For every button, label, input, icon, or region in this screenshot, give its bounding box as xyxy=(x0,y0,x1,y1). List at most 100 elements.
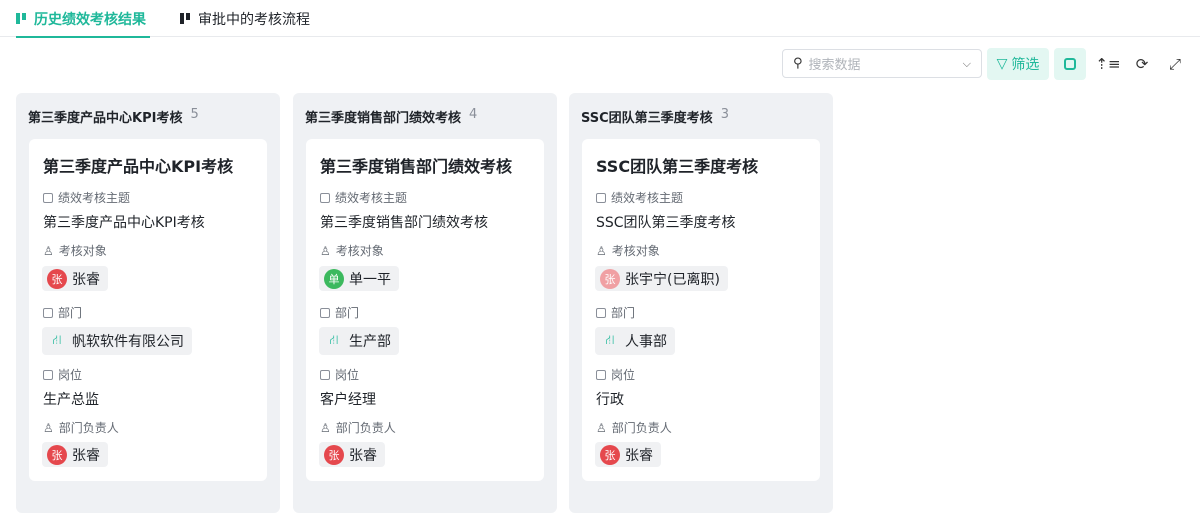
topic-icon xyxy=(320,192,330,203)
org-tree-icon: ⛙ xyxy=(329,332,339,348)
user-icon: ♙ xyxy=(43,243,54,258)
kanban-icon xyxy=(16,13,26,24)
filter-label: 筛选 xyxy=(1011,57,1040,73)
column-count: 3 xyxy=(720,107,729,122)
topic-icon xyxy=(596,192,606,203)
field-label-target: ♙ 考核对象 xyxy=(596,243,660,259)
user-icon: ♙ xyxy=(596,420,607,435)
tab-history-results[interactable]: 历史绩效考核结果 xyxy=(16,0,150,38)
topic-icon xyxy=(43,192,53,203)
department-icon xyxy=(320,307,330,318)
user-name: 张睿 xyxy=(349,447,377,464)
search-placeholder: 搜索数据 xyxy=(808,58,861,73)
column-header: 第三季度产品中心KPI考核 5 xyxy=(28,107,199,126)
card-title: 第三季度产品中心KPI考核 xyxy=(43,157,234,176)
kanban-card[interactable]: 第三季度销售部门绩效考核 绩效考核主题 第三季度销售部门绩效考核 ♙ 考核对象 单… xyxy=(306,139,544,481)
kanban-icon xyxy=(180,13,190,24)
department-icon xyxy=(43,307,53,318)
column-count: 4 xyxy=(469,107,478,122)
field-label-position: 岗位 xyxy=(43,366,82,383)
user-icon: ♙ xyxy=(596,243,607,258)
avatar: 单 xyxy=(324,268,344,289)
org-tree-icon: ⛙ xyxy=(52,332,62,348)
user-name: 张宇宁(已离职) xyxy=(625,271,720,288)
chevron-down-icon[interactable]: ⌵ xyxy=(963,57,971,71)
kanban-column: SSC团队第三季度考核 3 SSC团队第三季度考核 绩效考核主题 SSC团队第三季… xyxy=(569,93,833,513)
position-value: 客户经理 xyxy=(320,392,376,408)
filter-icon: ▽ xyxy=(996,56,1008,72)
card-view-button[interactable] xyxy=(1054,48,1086,80)
field-label-topic: 绩效考核主题 xyxy=(596,189,683,206)
user-name: 张睿 xyxy=(625,447,653,464)
field-label-dept: 部门 xyxy=(320,304,359,321)
column-count: 5 xyxy=(190,107,199,122)
position-value: 生产总监 xyxy=(43,392,99,408)
manager-user-chip: 张张睿 xyxy=(319,442,385,467)
field-label-position: 岗位 xyxy=(320,366,359,383)
manager-user-chip: 张张睿 xyxy=(42,442,108,467)
position-icon xyxy=(596,369,606,380)
tab-bar: 历史绩效考核结果 审批中的考核流程 xyxy=(0,0,1200,38)
kanban-column: 第三季度销售部门绩效考核 4 第三季度销售部门绩效考核 绩效考核主题 第三季度销售… xyxy=(293,93,557,513)
avatar: 张 xyxy=(47,444,67,465)
department-chip: ⛙ 人事部 xyxy=(595,327,675,355)
column-header: SSC团队第三季度考核 3 xyxy=(581,107,729,126)
user-name: 单一平 xyxy=(349,271,391,288)
department-icon xyxy=(596,307,606,318)
position-value: 行政 xyxy=(596,392,624,408)
tab-label: 历史绩效考核结果 xyxy=(34,11,146,28)
field-label-manager: ♙ 部门负责人 xyxy=(596,420,672,436)
field-label-dept: 部门 xyxy=(596,304,635,321)
kanban-card[interactable]: SSC团队第三季度考核 绩效考核主题 SSC团队第三季度考核 ♙ 考核对象 张张宇… xyxy=(582,139,820,481)
avatar: 张 xyxy=(324,444,344,465)
department-name: 人事部 xyxy=(625,334,667,350)
department-name: 帆软软件有限公司 xyxy=(72,334,184,350)
column-title: 第三季度产品中心KPI考核 xyxy=(28,111,183,126)
manager-user-chip: 张张睿 xyxy=(595,442,661,467)
topic-value: 第三季度销售部门绩效考核 xyxy=(320,215,488,231)
fullscreen-icon[interactable]: ⤢ xyxy=(1161,48,1189,80)
position-icon xyxy=(43,369,53,380)
user-name: 张睿 xyxy=(72,271,100,288)
position-icon xyxy=(320,369,330,380)
avatar: 张 xyxy=(600,444,620,465)
field-label-manager: ♙ 部门负责人 xyxy=(320,420,396,436)
department-chip: ⛙ 生产部 xyxy=(319,327,399,355)
field-label-manager: ♙ 部门负责人 xyxy=(43,420,119,436)
avatar: 张 xyxy=(600,268,620,289)
field-label-position: 岗位 xyxy=(596,366,635,383)
field-label-target: ♙ 考核对象 xyxy=(320,243,384,259)
card-title: SSC团队第三季度考核 xyxy=(596,157,759,176)
field-label-target: ♙ 考核对象 xyxy=(43,243,107,259)
field-label-topic: 绩效考核主题 xyxy=(43,189,130,206)
tab-label: 审批中的考核流程 xyxy=(198,11,310,28)
department-chip: ⛙ 帆软软件有限公司 xyxy=(42,327,192,355)
column-header: 第三季度销售部门绩效考核 4 xyxy=(305,107,477,126)
avatar: 张 xyxy=(47,268,67,289)
column-title: 第三季度销售部门绩效考核 xyxy=(305,111,462,126)
user-icon: ♙ xyxy=(320,243,331,258)
refresh-icon[interactable]: ⟳ xyxy=(1128,48,1156,80)
kanban-column: 第三季度产品中心KPI考核 5 第三季度产品中心KPI考核 绩效考核主题 第三季度… xyxy=(16,93,280,513)
department-name: 生产部 xyxy=(349,334,391,350)
org-tree-icon: ⛙ xyxy=(605,332,615,348)
filter-button[interactable]: ▽ 筛选 xyxy=(987,48,1049,80)
kanban-card[interactable]: 第三季度产品中心KPI考核 绩效考核主题 第三季度产品中心KPI考核 ♙ 考核对象… xyxy=(29,139,267,481)
user-icon: ♙ xyxy=(320,420,331,435)
field-label-dept: 部门 xyxy=(43,304,82,321)
target-user-chip: 张张宇宁(已离职) xyxy=(595,266,728,291)
sort-icon[interactable]: ⇡≡ xyxy=(1094,48,1122,80)
target-user-chip: 张张睿 xyxy=(42,266,108,291)
user-icon: ♙ xyxy=(43,420,54,435)
user-name: 张睿 xyxy=(72,447,100,464)
field-label-topic: 绩效考核主题 xyxy=(320,189,407,206)
tab-pending-approval[interactable]: 审批中的考核流程 xyxy=(180,0,310,37)
search-input[interactable]: ⚲ 搜索数据 ⌵ xyxy=(782,49,982,78)
card-title: 第三季度销售部门绩效考核 xyxy=(320,157,513,176)
card-view-icon xyxy=(1064,58,1076,70)
column-title: SSC团队第三季度考核 xyxy=(581,111,713,126)
target-user-chip: 单单一平 xyxy=(319,266,399,291)
search-icon: ⚲ xyxy=(793,56,803,71)
topic-value: 第三季度产品中心KPI考核 xyxy=(43,215,205,231)
topic-value: SSC团队第三季度考核 xyxy=(596,215,736,231)
